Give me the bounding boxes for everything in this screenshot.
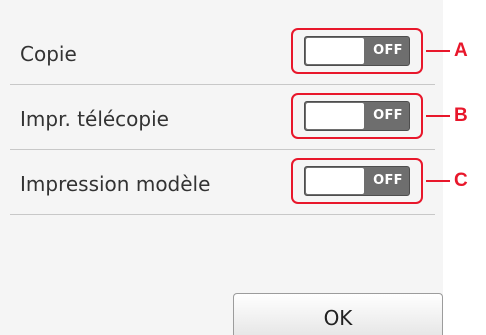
callout-c: C: [0, 170, 486, 191]
callout-line: [426, 115, 450, 117]
callout-letter-b: B: [454, 105, 468, 126]
settings-screen: Copie OFF Impr. télécopie OFF Impression…: [0, 0, 486, 335]
callout-b: B: [0, 105, 486, 126]
callout-a: A: [0, 40, 486, 61]
callout-letter-a: A: [454, 40, 468, 61]
callout-letter-c: C: [454, 170, 468, 191]
callout-line: [426, 50, 450, 52]
callout-line: [426, 180, 450, 182]
ok-button[interactable]: OK: [233, 293, 443, 335]
